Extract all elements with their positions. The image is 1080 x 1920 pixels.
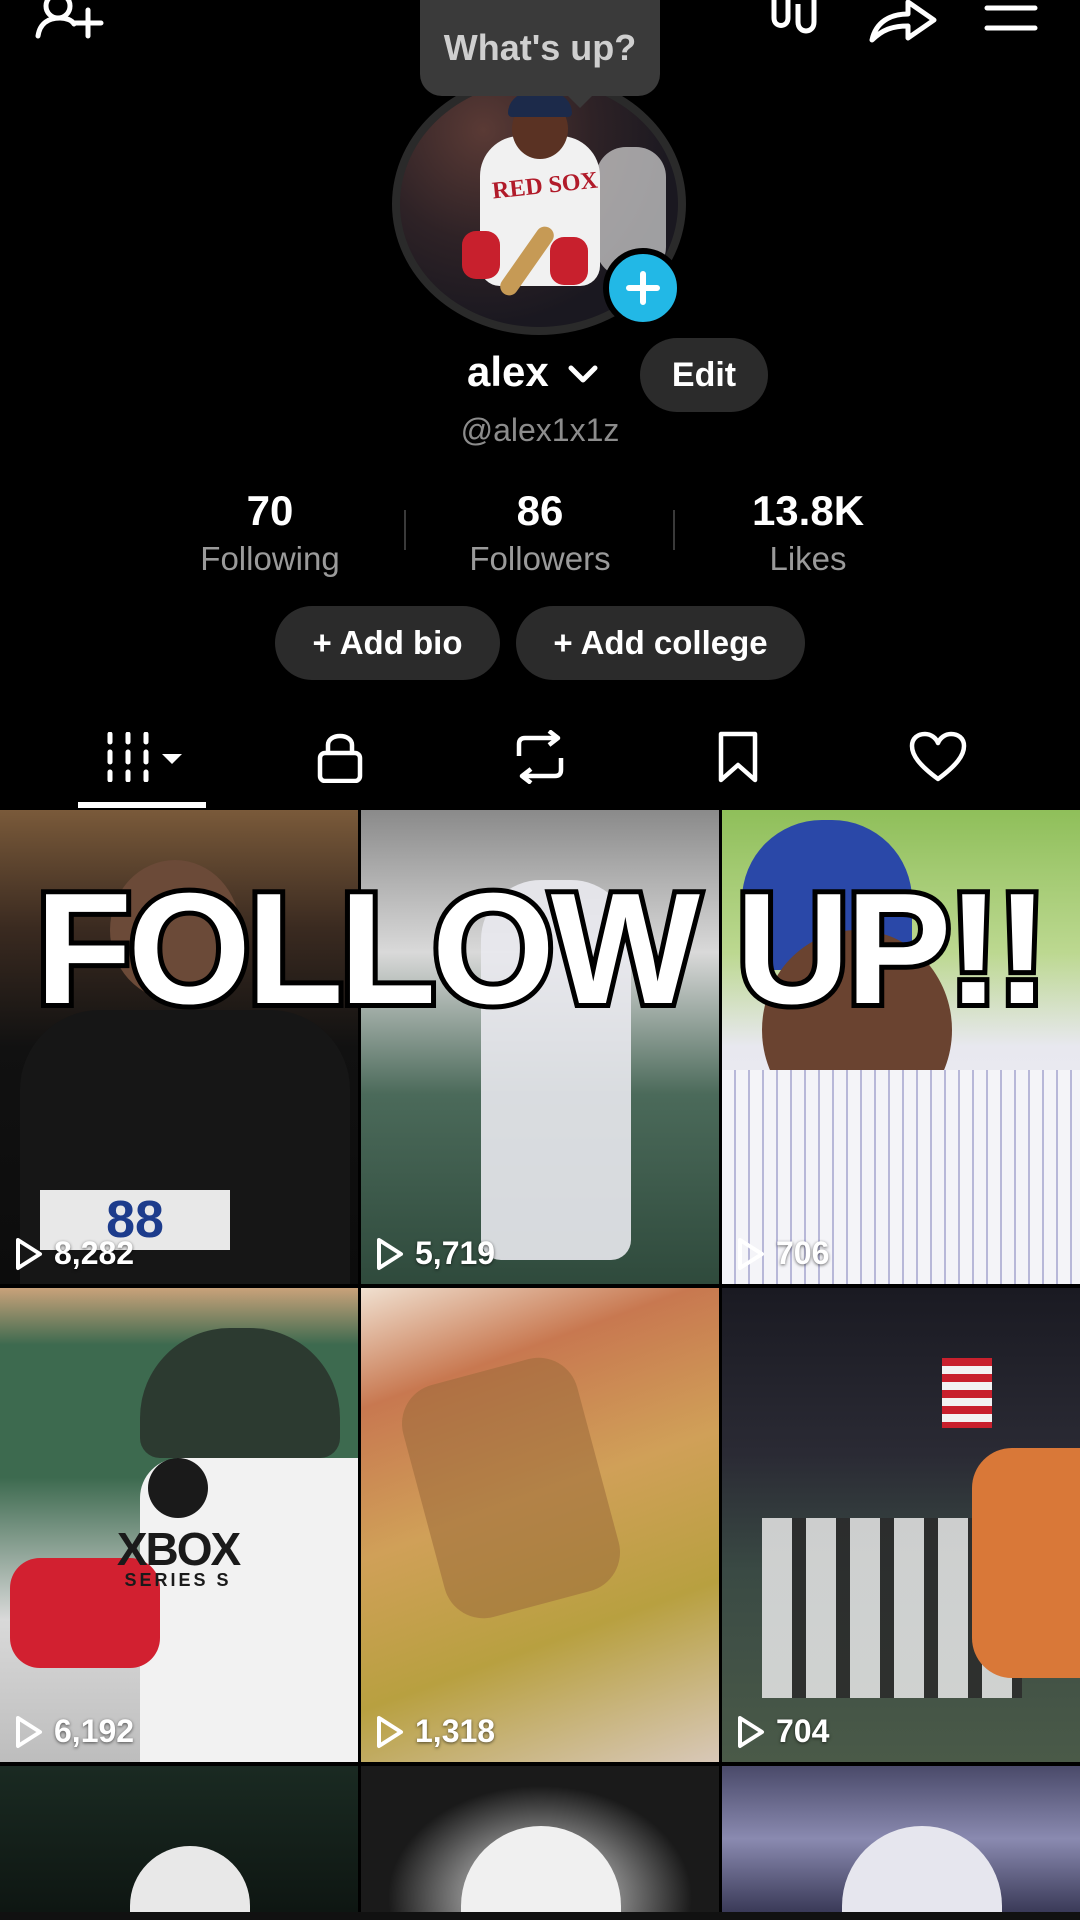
video-thumbnail[interactable] [722, 1766, 1080, 1912]
overlay-caption: FOLLOW UP!! [30, 861, 1053, 1037]
batting-helmet [140, 1328, 340, 1458]
add-bio-button[interactable]: + Add bio [275, 606, 500, 680]
add-avatar-button[interactable] [603, 248, 683, 328]
view-count: 704 [736, 1713, 829, 1750]
view-count-text: 8,282 [54, 1235, 135, 1271]
view-count-text: 6,192 [54, 1713, 135, 1749]
play-icon [16, 1237, 42, 1270]
display-name[interactable]: alex [467, 348, 549, 396]
play-icon [16, 1715, 42, 1748]
bookmark-icon [718, 731, 758, 783]
view-count: 706 [736, 1235, 829, 1272]
status-bubble[interactable]: What's up? [420, 0, 660, 96]
likes-count[interactable]: 13.8K [673, 487, 943, 535]
heart-icon [909, 731, 967, 782]
footprints-icon[interactable] [768, 0, 822, 44]
view-count-text: 704 [776, 1713, 830, 1749]
tab-videos[interactable] [78, 725, 206, 789]
repost-icon [516, 730, 564, 784]
brand-subtext: SERIES S [124, 1570, 232, 1590]
play-icon [377, 1715, 403, 1748]
play-icon [377, 1237, 403, 1270]
xbox-logo-icon [148, 1458, 208, 1518]
view-count-text: 5,719 [415, 1235, 496, 1271]
avatar-glove-right [550, 237, 588, 285]
active-tab-indicator [78, 802, 206, 808]
add-college-button[interactable]: + Add college [516, 606, 805, 680]
view-count: 1,318 [375, 1713, 495, 1750]
tab-private[interactable] [300, 725, 380, 789]
add-friend-icon[interactable] [34, 0, 104, 44]
plus-icon [626, 271, 660, 305]
avatar-glove-left [462, 231, 500, 279]
followers-label[interactable]: Followers [405, 540, 675, 578]
play-icon [738, 1715, 764, 1748]
flag [942, 1358, 992, 1428]
username: @alex1x1z [460, 412, 620, 448]
grid-icon [107, 732, 182, 782]
blurred-figure [393, 1348, 629, 1628]
view-count-text: 1,318 [415, 1713, 496, 1749]
football-helmet [842, 1826, 1002, 1912]
view-count: 6,192 [14, 1713, 134, 1750]
likes-label[interactable]: Likes [673, 540, 943, 578]
video-thumbnail[interactable] [361, 1766, 719, 1912]
video-thumbnail[interactable]: XBOX SERIES S 6,192 [0, 1288, 358, 1762]
following-label[interactable]: Following [135, 540, 405, 578]
video-thumbnail[interactable] [0, 1766, 358, 1912]
followers-count[interactable]: 86 [405, 487, 675, 535]
share-icon[interactable] [868, 0, 938, 44]
avatar-cap [508, 93, 572, 117]
video-thumbnail[interactable]: 1,318 [361, 1288, 719, 1762]
status-bubble-tail [566, 94, 594, 108]
chevron-down-icon[interactable] [568, 364, 598, 386]
following-count[interactable]: 70 [135, 487, 405, 535]
view-count: 8,282 [14, 1235, 134, 1272]
view-count-text: 706 [776, 1235, 830, 1271]
mascot [972, 1448, 1080, 1678]
view-count: 5,719 [375, 1235, 495, 1272]
tab-saved[interactable] [698, 725, 778, 789]
lock-icon [317, 733, 363, 783]
tab-liked[interactable] [898, 725, 978, 789]
play-icon [738, 1237, 764, 1270]
edit-profile-button[interactable]: Edit [640, 338, 768, 412]
menu-icon[interactable] [983, 0, 1039, 40]
football-helmet [130, 1846, 250, 1912]
video-thumbnail[interactable]: 704 [722, 1288, 1080, 1762]
brand-text: XBOX [116, 1523, 241, 1575]
football-helmet [461, 1826, 621, 1912]
bottom-nav-edge [0, 1912, 1080, 1920]
tab-reposts[interactable] [500, 725, 580, 789]
